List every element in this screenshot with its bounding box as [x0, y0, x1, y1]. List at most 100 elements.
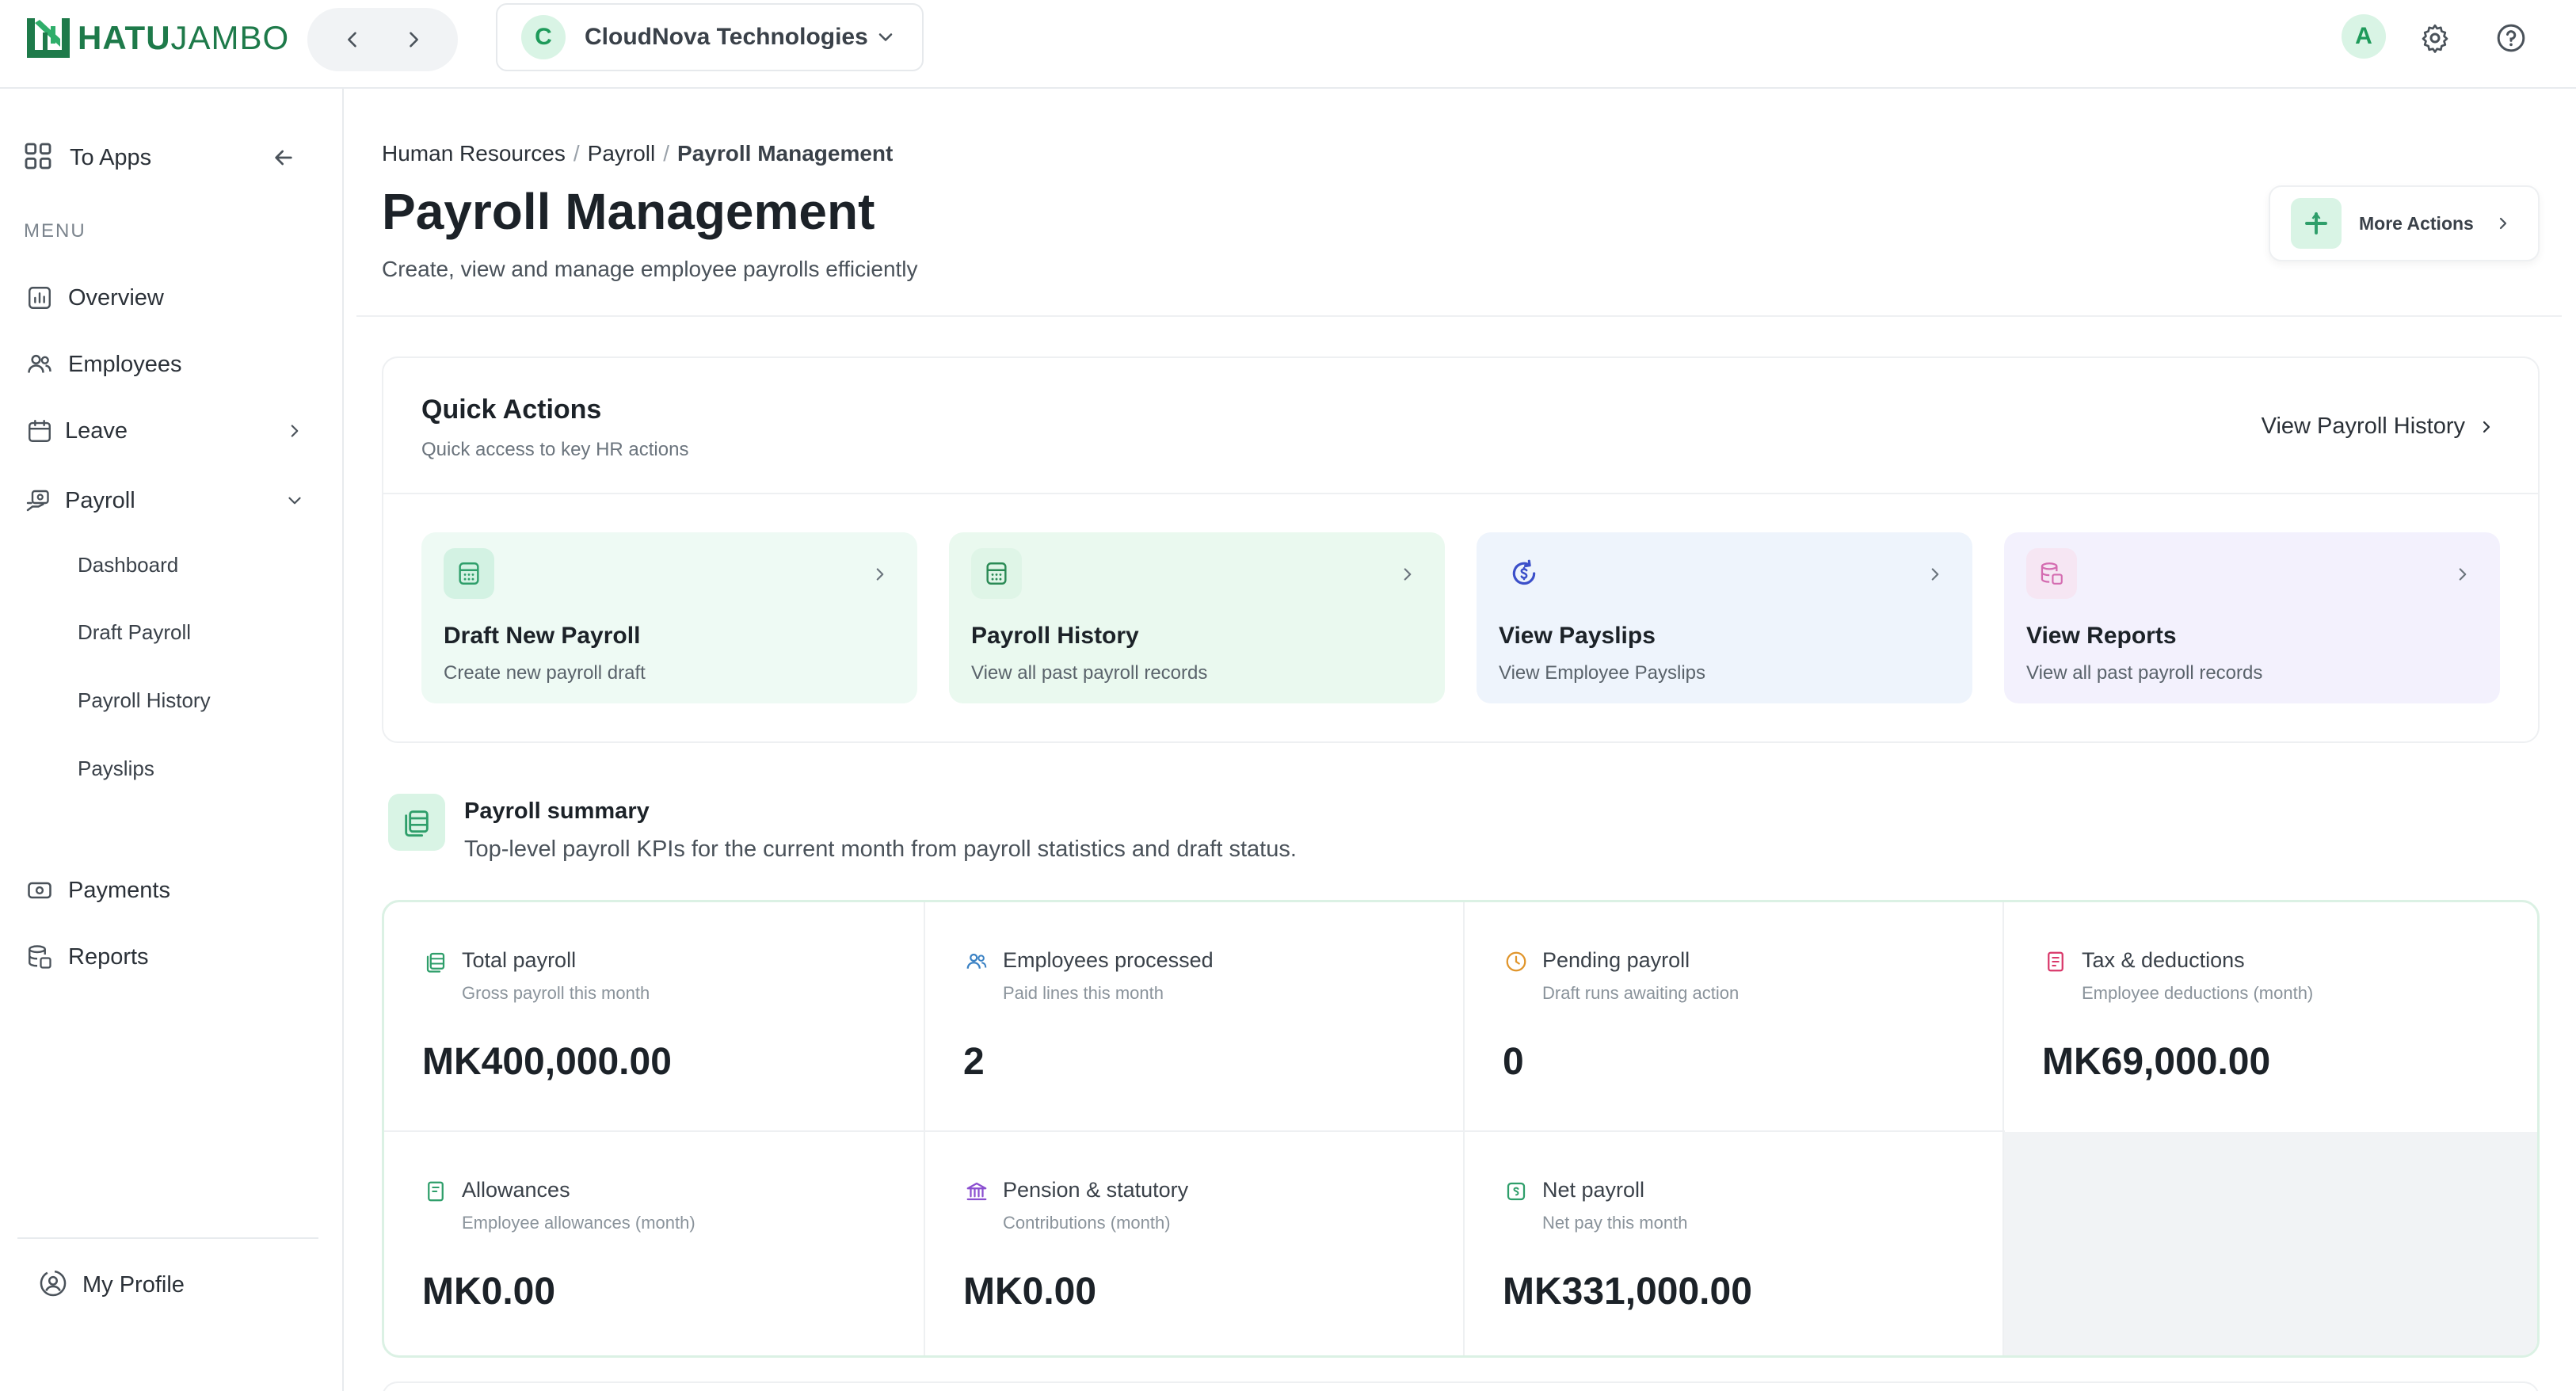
tile-subtitle: View all past payroll records	[2026, 662, 2263, 684]
kpi-pension-statutory: Pension & statutory Contributions (month…	[925, 1132, 1465, 1355]
more-actions-label: More Actions	[2359, 212, 2474, 234]
net-pay-icon	[1503, 1178, 1530, 1205]
quick-action-view-payslips[interactable]: View Payslips View Employee Payslips	[1477, 532, 1972, 703]
chevron-down-icon	[871, 23, 900, 51]
sidebar-item-label: Payments	[68, 877, 170, 903]
sidebar-item-label: Payroll	[65, 487, 135, 513]
bank-icon	[963, 1178, 990, 1205]
help-icon[interactable]	[2492, 19, 2530, 57]
sidebar-item-payroll[interactable]: Payroll	[24, 475, 309, 526]
sidebar-item-payments[interactable]: Payments	[24, 865, 309, 916]
sidebar-item-reports[interactable]: Reports	[24, 932, 309, 982]
view-payroll-history-label: View Payroll History	[2261, 413, 2465, 439]
kpi-value: MK331,000.00	[1503, 1271, 1752, 1313]
kpi-value: MK69,000.00	[2042, 1041, 2271, 1083]
kpi-sublabel: Employee allowances (month)	[462, 1213, 695, 1233]
breadcrumb-separator: /	[663, 141, 670, 166]
kpi-sublabel: Gross payroll this month	[462, 983, 650, 1003]
quick-actions-divider	[383, 493, 2538, 494]
app-logo[interactable]: HATUJAMBO	[25, 14, 289, 62]
tile-title: Draft New Payroll	[444, 623, 641, 649]
to-apps-label: To Apps	[70, 144, 152, 170]
tile-title: View Payslips	[1499, 623, 1656, 649]
sidebar-subitem-payroll-history[interactable]: Payroll History	[78, 688, 211, 713]
payments-icon	[24, 875, 55, 906]
arrow-left-icon[interactable]	[335, 22, 370, 57]
more-actions-button[interactable]: More Actions	[2269, 185, 2540, 261]
page-subtitle: Create, view and manage employee payroll…	[382, 257, 918, 281]
payroll-summary-title: Payroll summary	[464, 798, 650, 824]
breadcrumb-item[interactable]: Human Resources	[382, 141, 566, 166]
chevron-right-icon	[2449, 561, 2476, 588]
payroll-icon	[24, 485, 55, 516]
sidebar: To Apps MENU Overview Employees Leave Pa…	[0, 89, 344, 1391]
collapse-sidebar-icon[interactable]	[268, 142, 299, 173]
kpi-label: Total payroll	[462, 948, 577, 972]
users-icon	[963, 948, 990, 975]
kpi-value: MK400,000.00	[422, 1041, 672, 1083]
kpi-sublabel: Draft runs awaiting action	[1542, 983, 1740, 1003]
sidebar-item-label: Reports	[68, 943, 149, 970]
sidebar-item-label: Leave	[65, 417, 128, 444]
kpi-total-payroll: Total payroll Gross payroll this month M…	[384, 902, 924, 1130]
sidebar-subitem-payslips[interactable]: Payslips	[78, 756, 154, 781]
kpi-label: Employees processed	[1003, 948, 1214, 972]
chart-icon	[24, 282, 55, 314]
user-avatar[interactable]: A	[2342, 14, 2386, 59]
sidebar-item-overview[interactable]: Overview	[24, 272, 309, 323]
gear-icon[interactable]	[2416, 19, 2454, 57]
kpi-grid: Total payroll Gross payroll this month M…	[382, 900, 2540, 1358]
money-icon	[422, 948, 449, 975]
sidebar-item-label: Overview	[68, 284, 164, 311]
quick-action-draft-new-payroll[interactable]: Draft New Payroll Create new payroll dra…	[421, 532, 917, 703]
chevron-right-icon	[2490, 211, 2516, 236]
kpi-sublabel: Paid lines this month	[1003, 983, 1164, 1003]
kpi-value: MK0.00	[422, 1271, 556, 1313]
money-stack-icon	[388, 794, 445, 851]
tile-title: Payroll History	[971, 623, 1139, 649]
kpi-value: 0	[1503, 1041, 1524, 1083]
dollar-refresh-icon	[1499, 548, 1549, 599]
my-profile-label: My Profile	[82, 1271, 185, 1298]
sidebar-subitem-dashboard[interactable]: Dashboard	[78, 553, 178, 577]
view-payroll-history-link[interactable]: View Payroll History	[2262, 413, 2498, 440]
kpi-label: Net payroll	[1542, 1178, 1645, 1202]
breadcrumb-current: Payroll Management	[677, 141, 894, 166]
my-profile-link[interactable]: My Profile	[38, 1261, 185, 1309]
arrow-right-icon[interactable]	[396, 22, 431, 57]
quick-action-payroll-history[interactable]: Payroll History View all past payroll re…	[949, 532, 1445, 703]
payroll-summary-subtitle: Top-level payroll KPIs for the current m…	[464, 837, 1297, 862]
tile-subtitle: View all past payroll records	[971, 662, 1208, 684]
sidebar-item-leave[interactable]: Leave	[24, 406, 309, 456]
quick-actions-title: Quick Actions	[421, 394, 602, 425]
clock-icon	[1503, 948, 1530, 975]
kpi-employees-processed: Employees processed Paid lines this mont…	[925, 902, 1465, 1130]
logo-mark-icon	[27, 18, 70, 58]
profile-icon	[38, 1268, 68, 1302]
chevron-right-icon	[280, 417, 309, 445]
sidebar-item-employees[interactable]: Employees	[24, 339, 309, 390]
tile-subtitle: View Employee Payslips	[1499, 662, 1706, 684]
tile-title: View Reports	[2026, 623, 2177, 649]
quick-action-view-reports[interactable]: View Reports View all past payroll recor…	[2004, 532, 2500, 703]
kpi-label: Pending payroll	[1542, 948, 1690, 972]
kpi-allowances: Allowances Employee allowances (month) M…	[384, 1132, 924, 1355]
header-divider	[356, 315, 2562, 317]
to-apps-link[interactable]: To Apps	[22, 130, 299, 185]
apps-grid-icon	[22, 140, 54, 176]
next-section-card	[382, 1381, 2540, 1391]
plus-icon	[2291, 198, 2342, 249]
org-name: CloudNova Technologies	[585, 24, 868, 50]
organization-switcher[interactable]: C CloudNova Technologies	[496, 3, 924, 71]
kpi-sublabel: Contributions (month)	[1003, 1213, 1171, 1233]
breadcrumb: Human Resources / Payroll / Payroll Manageme…	[382, 141, 893, 166]
kpi-sublabel: Employee deductions (month)	[2082, 983, 2314, 1003]
breadcrumb-item[interactable]: Payroll	[588, 141, 656, 166]
quick-actions-subtitle: Quick access to key HR actions	[421, 439, 689, 460]
sidebar-subitem-draft-payroll[interactable]: Draft Payroll	[78, 620, 191, 645]
calendar-icon	[24, 415, 55, 447]
chevron-right-icon	[867, 561, 894, 588]
kpi-pending-payroll: Pending payroll Draft runs awaiting acti…	[1465, 902, 2004, 1130]
kpi-label: Allowances	[462, 1178, 570, 1202]
kpi-net-payroll: Net payroll Net pay this month MK331,000…	[1465, 1132, 2004, 1355]
